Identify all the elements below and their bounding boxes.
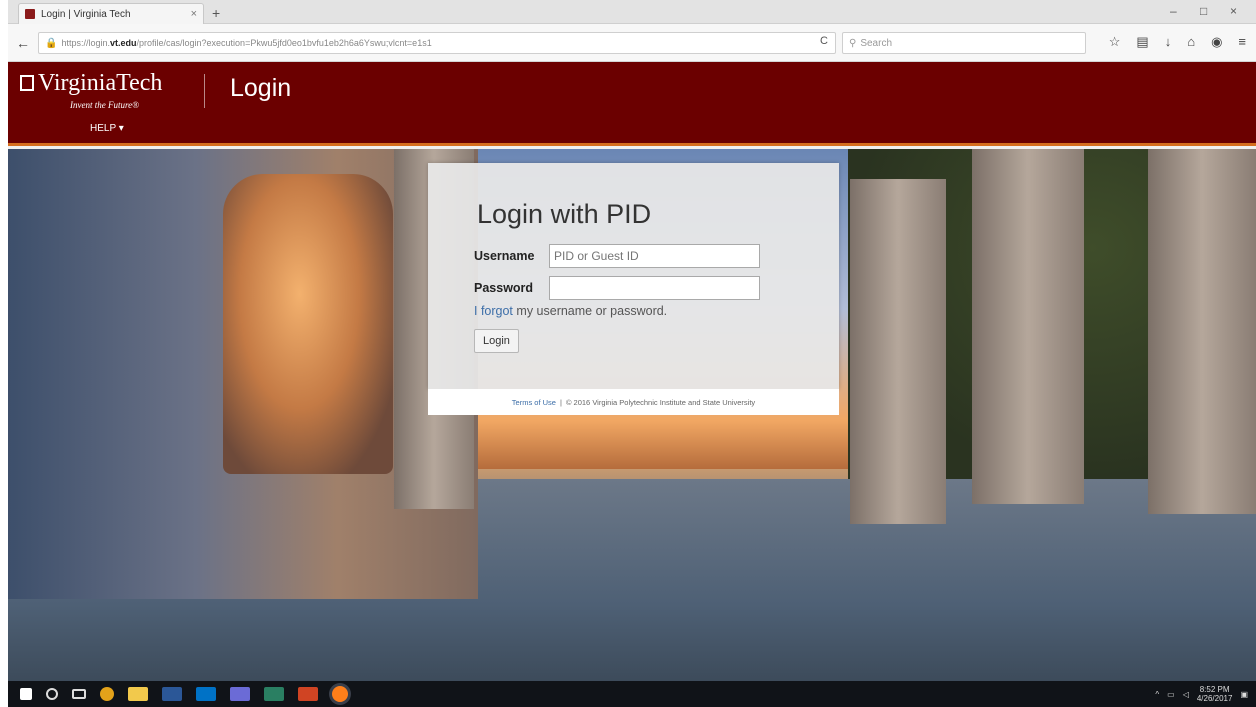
chrome-icon[interactable] bbox=[100, 687, 114, 701]
clock[interactable]: 8:52 PM 4/26/2017 bbox=[1197, 685, 1233, 703]
navigation-bar: ← 🔒 https://login. vt.edu /profile/cas/l… bbox=[8, 24, 1256, 62]
pillar bbox=[850, 179, 946, 524]
tray-chevron-icon[interactable]: ^ bbox=[1155, 690, 1159, 699]
password-label: Password bbox=[474, 281, 534, 295]
word-icon[interactable] bbox=[162, 687, 182, 701]
back-button[interactable]: ← bbox=[16, 35, 30, 51]
header-divider bbox=[204, 74, 205, 108]
file-explorer-icon[interactable] bbox=[128, 687, 148, 701]
menu-icon[interactable]: ≡ bbox=[1238, 34, 1246, 50]
forgot-credentials-text: I forgot my username or password. bbox=[474, 304, 667, 318]
search-circle-icon[interactable] bbox=[46, 688, 58, 700]
search-icon: ⚲ bbox=[849, 37, 857, 49]
forgot-link[interactable]: I forgot bbox=[474, 304, 513, 318]
forgot-rest-text: my username or password. bbox=[516, 304, 668, 318]
lock-icon: 🔒 bbox=[45, 37, 58, 49]
app-icon[interactable] bbox=[230, 687, 250, 701]
username-input[interactable] bbox=[549, 244, 760, 268]
clock-time: 8:52 PM bbox=[1199, 685, 1230, 694]
page-title: Login bbox=[230, 74, 292, 102]
minimize-button[interactable]: – bbox=[1170, 4, 1177, 18]
card-footer: Terms of Use | © 2016 Virginia Polytechn… bbox=[428, 389, 839, 415]
tab-strip: Login | Virginia Tech × + – □ × bbox=[8, 0, 1256, 24]
site-header: VirginiaTech Invent the Future® Login HE… bbox=[8, 62, 1256, 146]
statue-relief bbox=[223, 174, 393, 474]
password-input[interactable] bbox=[549, 276, 760, 300]
pillar bbox=[972, 149, 1084, 504]
notifications-icon[interactable]: ▣ bbox=[1240, 690, 1248, 699]
terms-of-use-link[interactable]: Terms of Use bbox=[512, 398, 556, 407]
reading-list-icon[interactable]: ▤ bbox=[1136, 34, 1148, 50]
network-icon[interactable]: ▭ bbox=[1167, 690, 1175, 699]
help-menu[interactable]: HELP ▾ bbox=[90, 123, 124, 134]
volume-icon[interactable]: ◁ bbox=[1183, 690, 1189, 699]
new-tab-button[interactable]: + bbox=[212, 5, 220, 21]
bookmark-star-icon[interactable]: ☆ bbox=[1109, 34, 1121, 50]
login-card: Login with PID Username Password I forgo… bbox=[428, 163, 839, 415]
clock-date: 4/26/2017 bbox=[1196, 694, 1233, 703]
vt-favicon-icon bbox=[25, 9, 35, 19]
toolbar-icons: ☆ ▤ ↓ ⌂ ◉ ≡ bbox=[1109, 34, 1246, 50]
browser-tab[interactable]: Login | Virginia Tech × bbox=[18, 3, 204, 24]
taskbar: ^ ▭ ◁ 8:52 PM 4/26/2017 ▣ bbox=[8, 681, 1256, 707]
system-tray: ^ ▭ ◁ 8:52 PM 4/26/2017 ▣ bbox=[1155, 681, 1248, 707]
maximize-button[interactable]: □ bbox=[1200, 4, 1207, 18]
search-placeholder: Search bbox=[860, 37, 893, 49]
browser-window: Login | Virginia Tech × + – □ × ← 🔒 http… bbox=[8, 0, 1256, 707]
address-bar[interactable]: 🔒 https://login. vt.edu /profile/cas/log… bbox=[38, 32, 836, 54]
pocket-icon[interactable]: ◉ bbox=[1211, 34, 1222, 50]
url-host: vt.edu bbox=[109, 38, 137, 48]
tab-title: Login | Virginia Tech bbox=[41, 8, 131, 20]
app-icon[interactable] bbox=[264, 687, 284, 701]
username-label: Username bbox=[474, 249, 535, 263]
url-prefix: https://login. bbox=[61, 38, 110, 48]
windows-start-icon[interactable] bbox=[20, 688, 32, 700]
download-icon[interactable]: ↓ bbox=[1165, 34, 1172, 50]
reload-button[interactable]: C bbox=[820, 35, 828, 47]
firefox-icon[interactable] bbox=[332, 686, 348, 702]
login-title: Login with PID bbox=[477, 199, 652, 229]
pillar bbox=[1148, 149, 1256, 514]
task-view-icon[interactable] bbox=[72, 689, 86, 699]
copyright-text: © 2016 Virginia Polytechnic Institute an… bbox=[565, 397, 756, 407]
powerpoint-icon[interactable] bbox=[298, 687, 318, 701]
close-window-button[interactable]: × bbox=[1230, 4, 1237, 18]
shield-icon bbox=[20, 75, 34, 91]
outlook-icon[interactable] bbox=[196, 687, 216, 701]
logo-wordmark: VirginiaTech bbox=[38, 70, 163, 96]
logo-tagline: Invent the Future® bbox=[70, 100, 139, 110]
url-path: /profile/cas/login?execution=Pkwu5jfd0eo… bbox=[136, 38, 432, 48]
home-icon[interactable]: ⌂ bbox=[1187, 34, 1195, 50]
browser-search-input[interactable]: ⚲ Search bbox=[842, 32, 1086, 54]
footer-separator: | bbox=[559, 397, 562, 407]
login-button[interactable]: Login bbox=[474, 329, 519, 353]
vt-logo[interactable]: VirginiaTech bbox=[20, 70, 162, 97]
tab-close-icon[interactable]: × bbox=[191, 8, 197, 20]
